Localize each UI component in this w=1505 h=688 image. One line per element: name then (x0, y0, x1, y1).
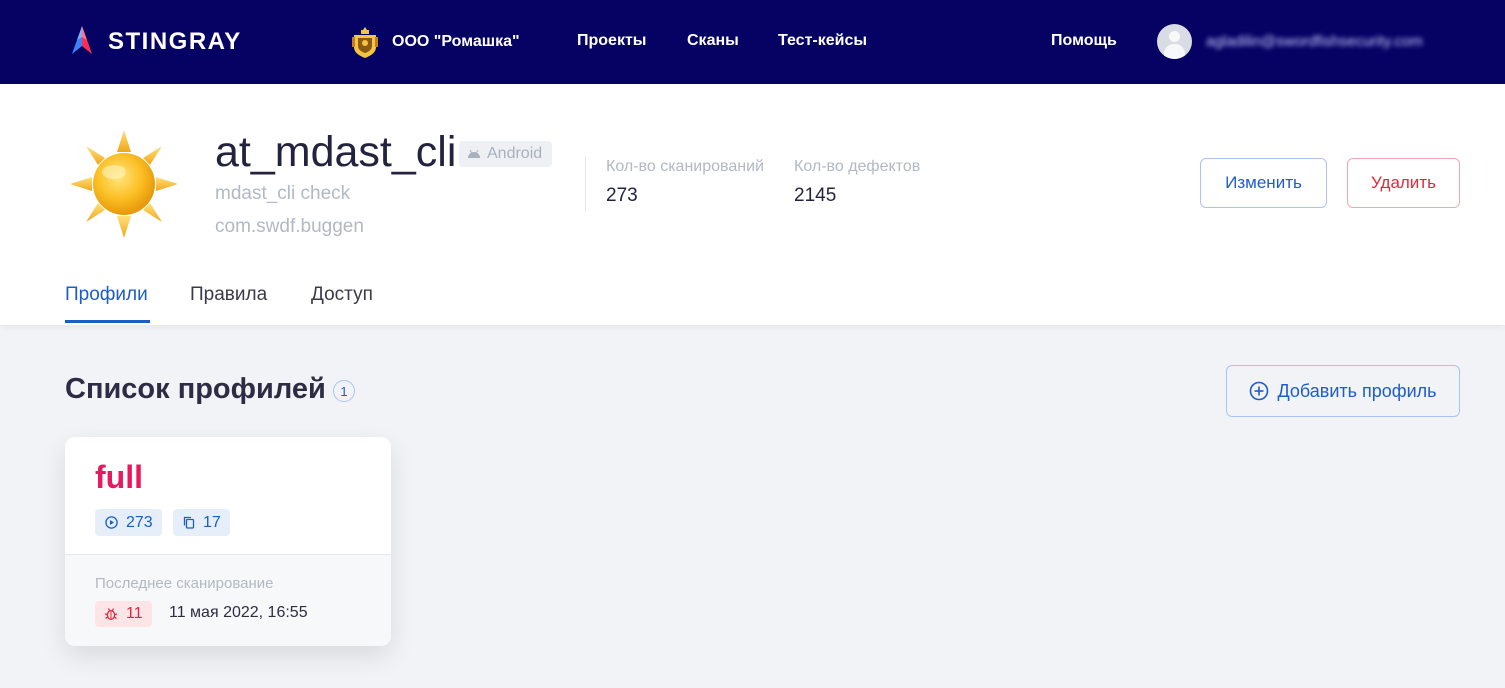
delete-project-button[interactable]: Удалить (1347, 158, 1460, 208)
user-email: agladilin@swordfishsecurity.com (1206, 33, 1423, 50)
defects-count-value: 2145 (794, 185, 837, 206)
defects-badge: 11 (95, 601, 152, 627)
profile-copies-count: 17 (203, 513, 221, 531)
brand-name: STINGRAY (108, 28, 242, 55)
platform-badge: Android (459, 141, 553, 167)
bug-icon (104, 608, 118, 621)
profile-card-footer: Последнее сканирование 11 11 мая 2022, 1… (65, 554, 391, 646)
brand-logo-link[interactable]: STINGRAY (64, 24, 242, 60)
profile-scans-badge: 273 (95, 509, 162, 536)
user-menu[interactable]: agladilin@swordfishsecurity.com (1157, 24, 1423, 59)
profiles-count-badge: 1 (333, 380, 355, 402)
project-package: com.swdf.buggen (215, 216, 364, 237)
divider (585, 156, 586, 212)
copy-icon (183, 516, 195, 529)
nav-link-help[interactable]: Помощь (1051, 32, 1117, 50)
play-circle-icon (105, 516, 118, 529)
active-tab-indicator (65, 320, 150, 323)
profile-name: full (95, 459, 143, 495)
tab-profiles[interactable]: Профили (65, 284, 148, 306)
tab-access[interactable]: Доступ (311, 284, 373, 306)
tab-rules[interactable]: Правила (190, 284, 267, 306)
sun-icon (70, 130, 178, 238)
profile-scans-count: 273 (126, 513, 153, 531)
profiles-section-title: Список профилей (65, 373, 326, 405)
scans-count-label: Кол-во сканирований (606, 158, 764, 175)
project-header: at_mdast_cli Android mdast_cli check com… (0, 84, 1505, 325)
nav-link-projects[interactable]: Проекты (577, 32, 646, 50)
add-profile-label: Добавить профиль (1277, 380, 1437, 401)
nav-link-test-cases[interactable]: Тест-кейсы (778, 32, 867, 50)
project-title: at_mdast_cli (215, 128, 457, 176)
top-navigation-bar: STINGRAY ООО "Ромашка" Проекты Сканы Тес… (0, 0, 1505, 84)
defects-count-label: Кол-во дефектов (794, 158, 921, 175)
avatar (1157, 24, 1192, 59)
plus-circle-icon (1250, 381, 1269, 401)
organization-crest-icon (352, 27, 378, 58)
platform-label: Android (487, 145, 543, 162)
stingray-logo-icon (72, 26, 92, 54)
organization-name: ООО "Ромашка" (392, 33, 520, 50)
last-scan-date: 11 мая 2022, 16:55 (169, 604, 308, 621)
profile-card[interactable]: full 273 17 Последнее сканирование 11 11… (65, 437, 391, 646)
edit-project-button[interactable]: Изменить (1200, 158, 1327, 208)
scans-count-value: 273 (606, 185, 638, 206)
nav-link-scans[interactable]: Сканы (687, 32, 739, 50)
add-profile-button[interactable]: Добавить профиль (1226, 365, 1460, 417)
project-description: mdast_cli check (215, 183, 351, 204)
organization-selector[interactable]: ООО "Ромашка" (350, 25, 520, 59)
last-scan-label: Последнее сканирование (95, 575, 274, 592)
android-icon (468, 149, 480, 158)
profile-copies-badge: 17 (173, 509, 230, 536)
defects-count: 11 (126, 605, 143, 622)
